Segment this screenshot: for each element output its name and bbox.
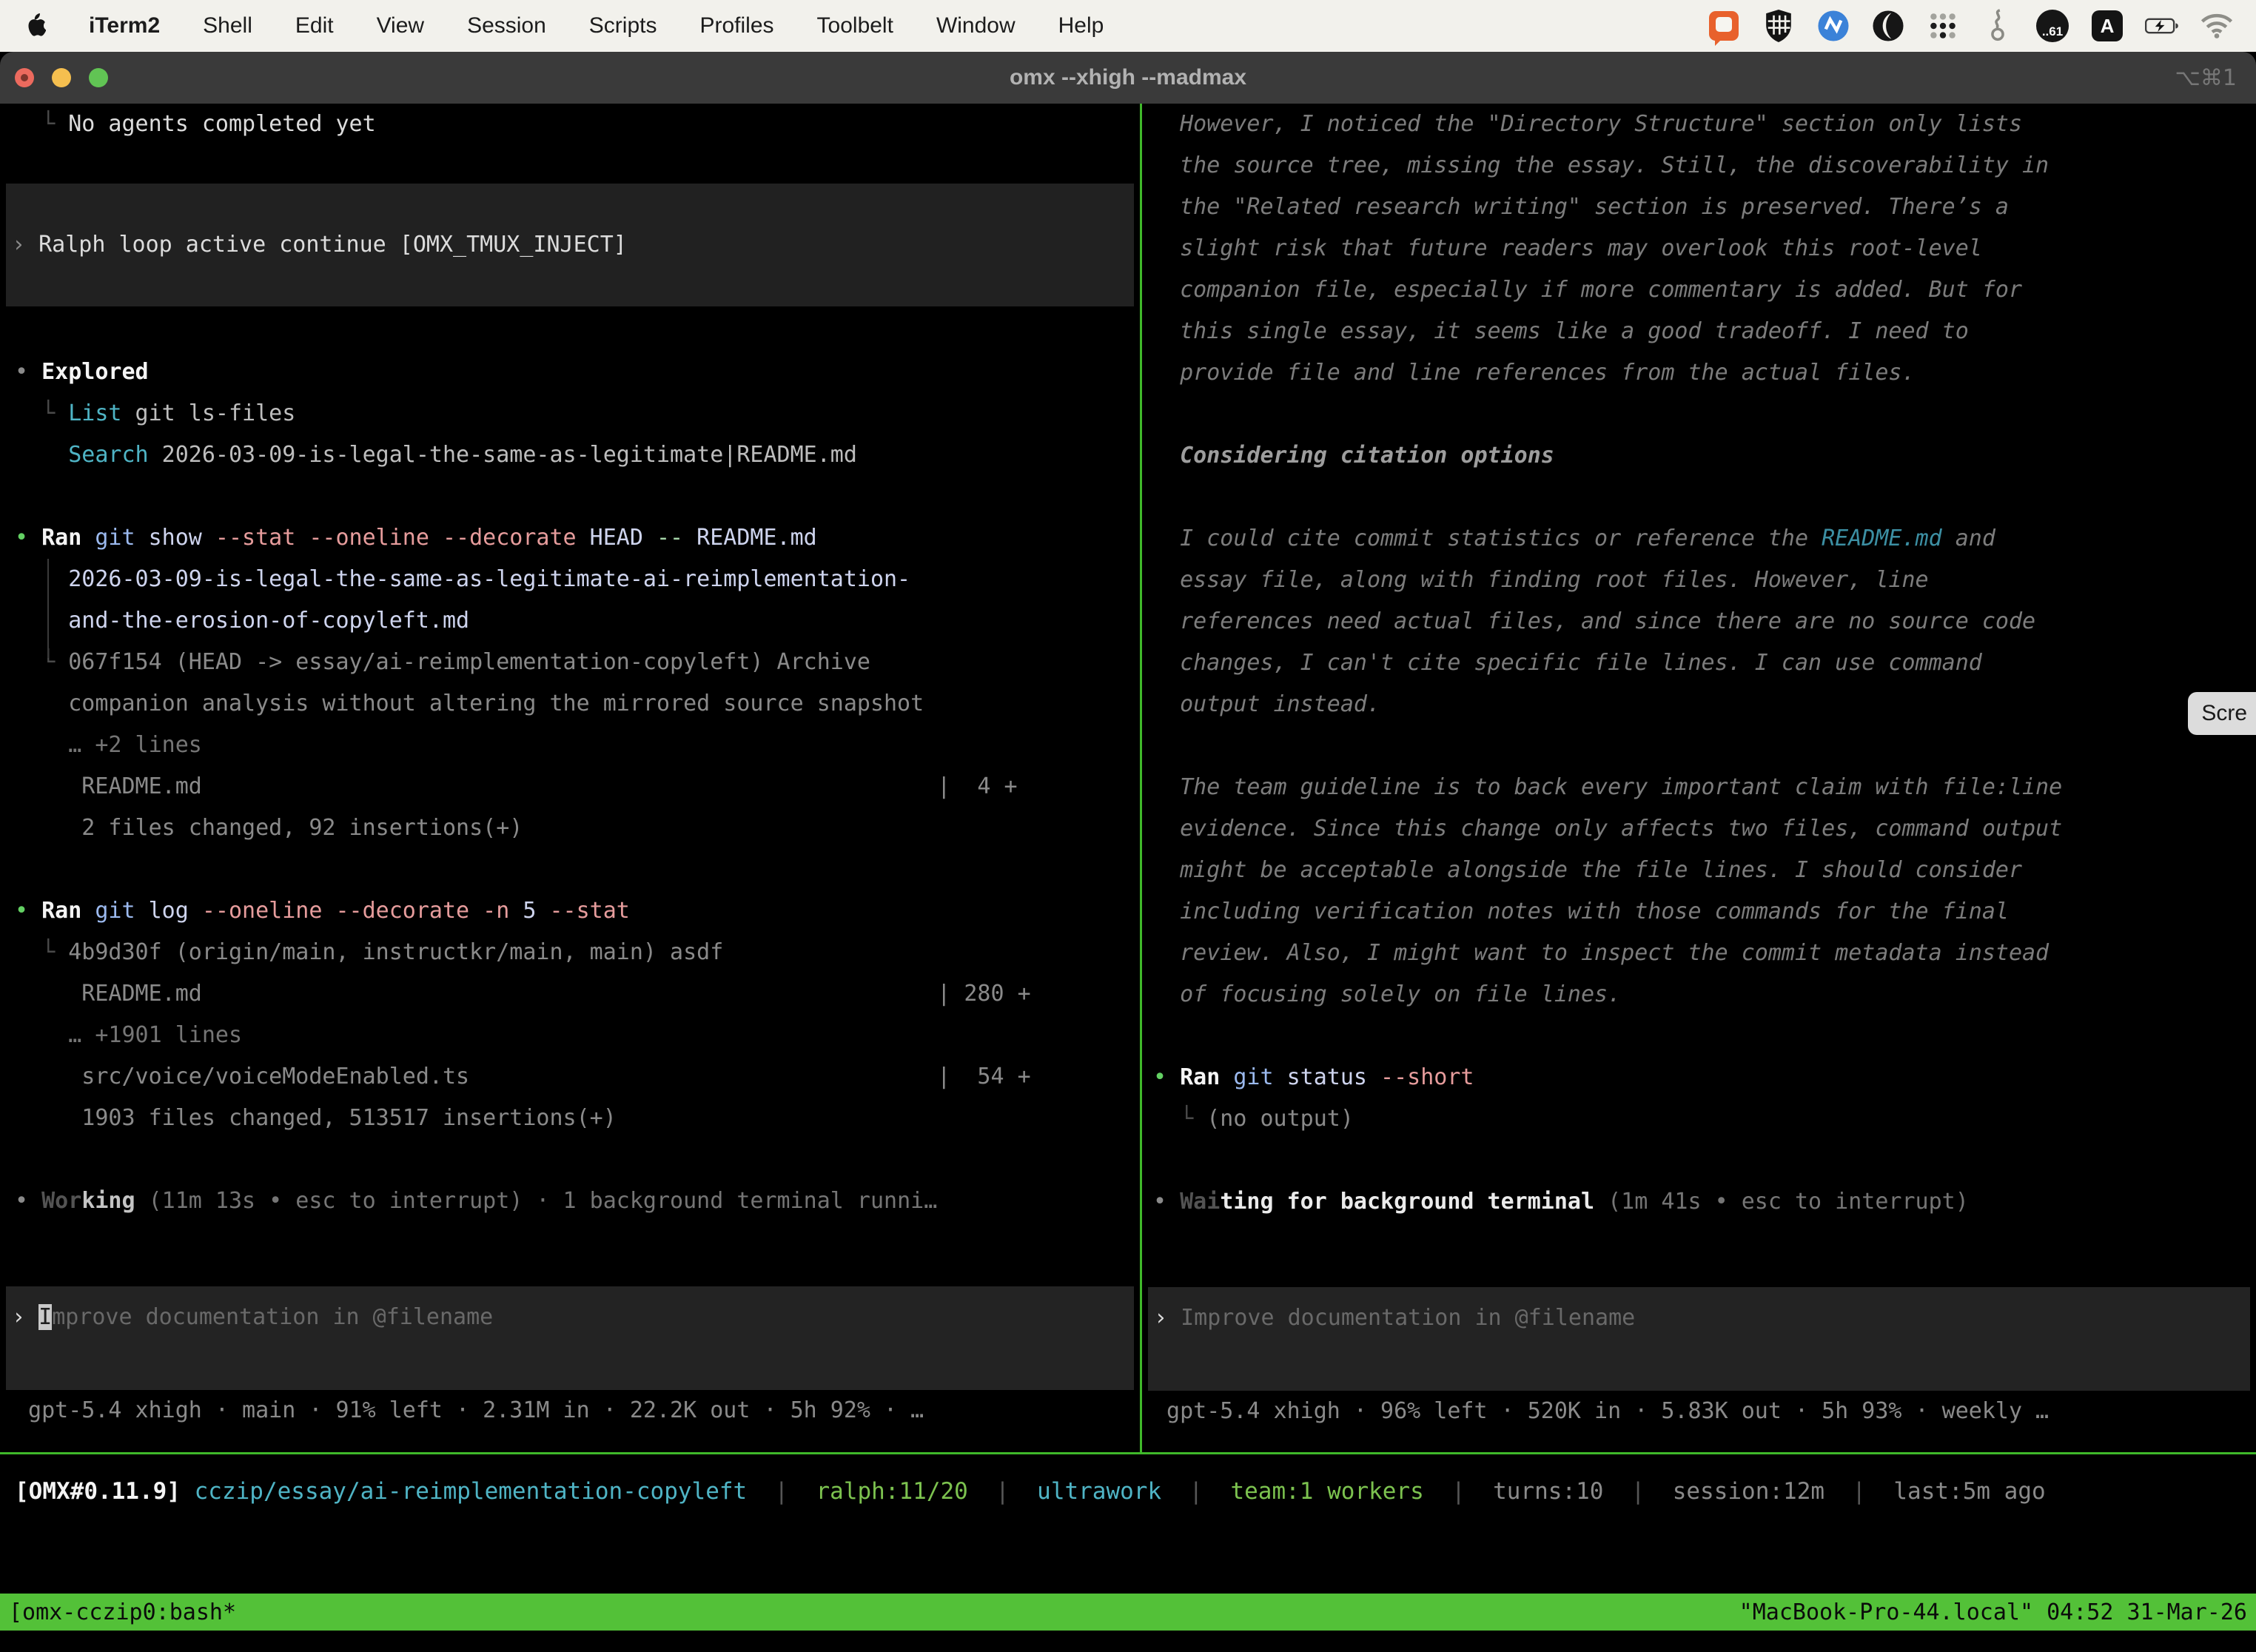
terminal-line: 2026-03-09-is-legal-the-same-as-legitima…	[0, 559, 1140, 600]
prompt-text-left: › Improve documentation in @filename	[6, 1297, 1134, 1338]
prompt-text-right: › Improve documentation in @filename	[1148, 1297, 2250, 1339]
terminal-line: • Ran git show --stat --oneline --decora…	[0, 517, 1140, 559]
terminal-line	[0, 849, 1140, 890]
agent-transcript-left: • Explored └ List git ls-files Search 20…	[0, 352, 1140, 1222]
tmux-status-bar: [omx-cczip0:bash* "MacBook-Pro-44.local"…	[0, 1594, 2256, 1631]
terminal-line: review. Also, I might want to inspect th…	[1142, 933, 2256, 974]
terminal-line: essay file, along with finding root file…	[1142, 560, 2256, 601]
terminal-line: └ 4b9d30f (origin/main, instructkr/main,…	[0, 932, 1140, 973]
terminal-line: • Ran git log --oneline --decorate -n 5 …	[0, 890, 1140, 932]
window-titlebar[interactable]: omx --xhigh --madmax ⌥⌘1	[0, 52, 2256, 104]
terminal-line: might be acceptable alongside the file l…	[1142, 850, 2256, 891]
terminal-line: including verification notes with those …	[1142, 891, 2256, 933]
wifi-icon[interactable]	[2200, 9, 2234, 43]
menu-item-shell[interactable]: Shell	[203, 13, 252, 38]
menu-item-profiles[interactable]: Profiles	[699, 13, 773, 38]
shutter-icon[interactable]	[1871, 9, 1905, 43]
letter-a-icon[interactable]: A	[2090, 9, 2124, 43]
terminal-line: the source tree, missing the essay. Stil…	[1142, 145, 2256, 187]
terminal-line: evidence. Since this change only affects…	[1142, 808, 2256, 850]
terminal-line: The team guideline is to back every impo…	[1142, 767, 2256, 808]
prompt-input-right[interactable]: › Improve documentation in @filename	[1148, 1287, 2250, 1391]
window-title: omx --xhigh --madmax	[0, 65, 2256, 90]
tree-guide	[47, 559, 49, 658]
terminal-line	[1142, 1140, 2256, 1181]
terminal-line: output instead.	[1142, 684, 2256, 725]
terminal-line: references need actual files, and since …	[1142, 601, 2256, 642]
session-status-right: gpt-5.4 xhigh · 96% left · 520K in · 5.8…	[1142, 1391, 2256, 1432]
terminal-line: └ List git ls-files	[0, 393, 1140, 434]
terminal-line: slight risk that future readers may over…	[1142, 228, 2256, 269]
prompt-input-left[interactable]: › Improve documentation in @filename	[6, 1286, 1134, 1390]
terminal-line: and-the-erosion-of-copyleft.md	[0, 600, 1140, 642]
ralph-status-line: › Ralph loop active continue [OMX_TMUX_I…	[6, 224, 627, 266]
terminal-line: companion file, especially if more comme…	[1142, 269, 2256, 311]
apple-menu-icon[interactable]	[25, 13, 46, 38]
terminal-line: README.md | 4 +	[0, 766, 1140, 807]
menu-item-view[interactable]: View	[377, 13, 424, 38]
terminal-line: Considering citation options	[1142, 435, 2256, 477]
squiggle-icon[interactable]	[1981, 9, 2015, 43]
terminal-line: └ 067f154 (HEAD -> essay/ai-reimplementa…	[0, 642, 1140, 683]
gauge-61-icon[interactable]: ..61	[2035, 9, 2069, 43]
menu-item-iterm2[interactable]: iTerm2	[89, 13, 160, 38]
window-shortcut: ⌥⌘1	[2175, 65, 2237, 91]
menu-item-window[interactable]: Window	[936, 13, 1015, 38]
terminal-line: … +1901 lines	[0, 1015, 1140, 1056]
terminal-line: provide file and line references from th…	[1142, 352, 2256, 394]
battery-charging-icon[interactable]	[2145, 9, 2179, 43]
agent-transcript-right: However, I noticed the "Directory Struct…	[1142, 104, 2256, 1223]
terminal-line: • Explored	[0, 352, 1140, 393]
terminal: └ No agents completed yet › Ralph loop a…	[0, 104, 2256, 1652]
terminal-line: of focusing solely on file lines.	[1142, 974, 2256, 1015]
terminal-line: However, I noticed the "Directory Struct…	[1142, 104, 2256, 145]
menu-item-scripts[interactable]: Scripts	[589, 13, 657, 38]
terminal-line: … +2 lines	[0, 725, 1140, 766]
verified-badge-icon[interactable]	[1816, 9, 1850, 43]
session-status-left: gpt-5.4 xhigh · main · 91% left · 2.31M …	[0, 1390, 1140, 1431]
agents-status-line: └ No agents completed yet	[0, 104, 1140, 145]
terminal-line: src/voice/voiceModeEnabled.ts | 54 +	[0, 1056, 1140, 1098]
menu-item-help[interactable]: Help	[1058, 13, 1104, 38]
terminal-line: 2 files changed, 92 insertions(+)	[0, 807, 1140, 849]
terminal-line: I could cite commit statistics or refere…	[1142, 518, 2256, 560]
menu-item-edit[interactable]: Edit	[295, 13, 334, 38]
terminal-line: changes, I can't cite specific file line…	[1142, 642, 2256, 684]
terminal-line: • Waiting for background terminal (1m 41…	[1142, 1181, 2256, 1223]
terminal-line: README.md | 280 +	[0, 973, 1140, 1015]
ralph-status-box: › Ralph loop active continue [OMX_TMUX_I…	[6, 184, 1134, 306]
shield-grid-icon[interactable]	[1762, 9, 1796, 43]
dots-grid-icon[interactable]	[1926, 9, 1960, 43]
terminal-line	[1142, 725, 2256, 767]
terminal-line	[1142, 1015, 2256, 1057]
terminal-line: Search 2026-03-09-is-legal-the-same-as-l…	[0, 434, 1140, 476]
terminal-line	[0, 476, 1140, 517]
pane-right: However, I noticed the "Directory Struct…	[1142, 104, 2256, 1452]
chat-icon[interactable]	[1707, 9, 1741, 43]
pane-left: └ No agents completed yet › Ralph loop a…	[0, 104, 1140, 1452]
terminal-line: └ (no output)	[1142, 1098, 2256, 1140]
terminal-line: this single essay, it seems like a good …	[1142, 311, 2256, 352]
terminal-line	[1142, 394, 2256, 435]
omx-status-line: [OMX#0.11.9] cczip/essay/ai-reimplementa…	[0, 1471, 2256, 1512]
tmux-session-label: [omx-cczip0:bash*	[9, 1599, 236, 1625]
terminal-line	[1142, 477, 2256, 518]
terminal-line: 1903 files changed, 513517 insertions(+)	[0, 1098, 1140, 1139]
menu-items: iTerm2 Shell Edit View Session Scripts P…	[0, 13, 1104, 38]
screen: iTerm2 Shell Edit View Session Scripts P…	[0, 0, 2256, 1652]
menu-item-session[interactable]: Session	[467, 13, 546, 38]
screen-tooltip: Scre	[2188, 692, 2256, 735]
terminal-line: • Working (11m 13s • esc to interrupt) ·…	[0, 1181, 1140, 1222]
menu-item-toolbelt[interactable]: Toolbelt	[817, 13, 893, 38]
terminal-line: companion analysis without altering the …	[0, 683, 1140, 725]
terminal-line: • Ran git status --short	[1142, 1057, 2256, 1098]
menu-status-icons: ..61 A	[1707, 9, 2256, 43]
omx-status-bar: [OMX#0.11.9] cczip/essay/ai-reimplementa…	[0, 1454, 2256, 1512]
terminal-line: the "Related research writing" section i…	[1142, 187, 2256, 228]
terminal-line	[0, 1139, 1140, 1181]
tmux-host-clock: "MacBook-Pro-44.local" 04:52 31-Mar-26	[1739, 1599, 2247, 1625]
menu-bar: iTerm2 Shell Edit View Session Scripts P…	[0, 0, 2256, 52]
